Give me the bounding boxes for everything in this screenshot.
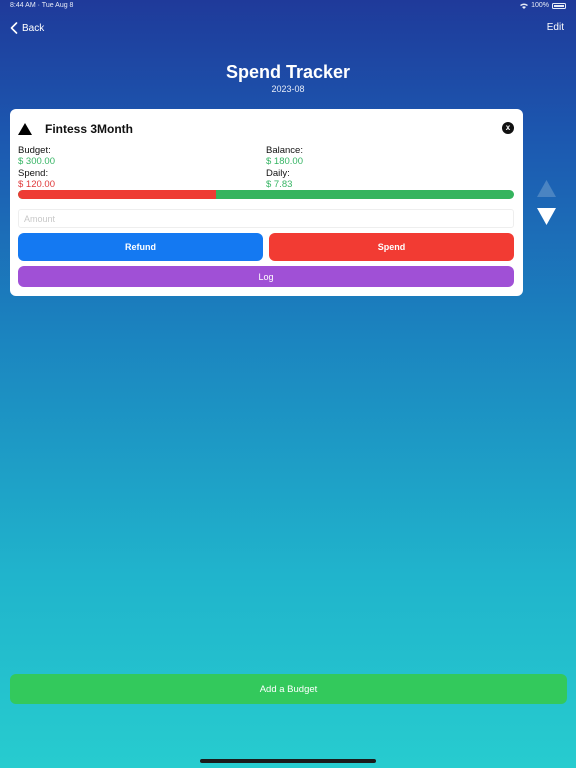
status-time-date: 8:44 AM · Tue Aug 8 bbox=[10, 2, 73, 9]
status-bar: 8:44 AM · Tue Aug 8 100% bbox=[0, 2, 576, 12]
budget-card: Fintess 3Month x Budget: $ 300.00 Balanc… bbox=[10, 109, 523, 296]
battery-icon bbox=[552, 2, 566, 9]
back-label: Back bbox=[22, 22, 45, 34]
spend-progress-fill bbox=[18, 190, 217, 199]
home-indicator bbox=[200, 759, 376, 763]
budget-name: Fintess 3Month bbox=[45, 122, 134, 136]
refund-button[interactable]: Refund bbox=[18, 233, 263, 261]
edit-button[interactable]: Edit bbox=[547, 22, 564, 33]
spend-progress-bar bbox=[18, 190, 514, 199]
arrow-up-icon[interactable] bbox=[537, 180, 556, 197]
amount-input[interactable] bbox=[18, 209, 514, 228]
status-time: 8:44 AM bbox=[10, 2, 36, 9]
status-date: Tue Aug 8 bbox=[41, 2, 74, 9]
spend-value: $ 120.00 bbox=[18, 179, 55, 190]
daily-label: Daily: bbox=[266, 168, 290, 179]
log-button[interactable]: Log bbox=[18, 266, 514, 287]
budget-label: Budget: bbox=[18, 145, 51, 156]
back-button[interactable]: Back bbox=[10, 20, 44, 36]
spend-label: Spend: bbox=[18, 168, 49, 179]
wifi-icon bbox=[520, 3, 529, 9]
balance-value: $ 180.00 bbox=[266, 156, 303, 167]
chevron-left-icon bbox=[10, 22, 18, 34]
add-budget-button[interactable]: Add a Budget bbox=[10, 674, 567, 704]
balance-label: Balance: bbox=[266, 145, 303, 156]
battery-percent: 100% bbox=[531, 2, 549, 9]
page-subtitle: 2023-08 bbox=[271, 84, 305, 94]
spend-button[interactable]: Spend bbox=[269, 233, 514, 261]
page-title: Spend Tracker bbox=[225, 62, 351, 82]
status-indicators: 100% bbox=[520, 2, 566, 9]
daily-value: $ 7.83 bbox=[266, 179, 293, 190]
budget-value: $ 300.00 bbox=[18, 156, 55, 167]
arrow-down-icon[interactable] bbox=[537, 208, 556, 225]
close-icon[interactable]: x bbox=[502, 122, 514, 134]
triangle-up-icon[interactable] bbox=[18, 123, 32, 135]
